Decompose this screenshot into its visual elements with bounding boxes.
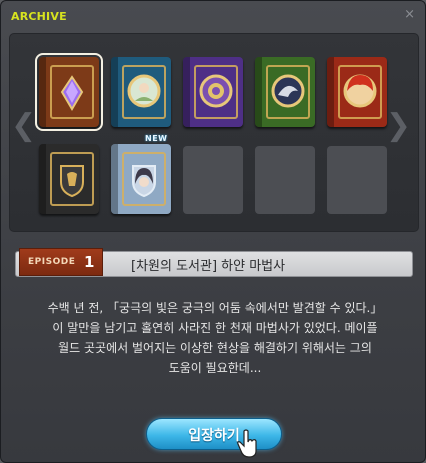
empty-slot: [327, 146, 387, 214]
archive-window: ARCHIVE × ❮ ❯ NEW EPISODE 1 [차원의 도서관] 하얀…: [0, 0, 426, 463]
window-title: ARCHIVE: [11, 10, 67, 23]
description-line: 도움이 필요한데...: [168, 361, 262, 375]
dragon-crest-icon: [271, 74, 305, 108]
book-episode-6[interactable]: [39, 144, 99, 214]
lion-shield-icon: [60, 165, 84, 198]
book-episode-5[interactable]: [327, 57, 387, 127]
description-line: 월드 곳곳에서 벌어지는 이상한 현상을 해결하기 위해서는 그의: [58, 341, 372, 355]
book-episode-7[interactable]: [111, 144, 171, 214]
description-line: 이 말만을 남기고 홀연히 사라진 한 천재 마법사가 있었다. 메이플: [52, 321, 378, 335]
episode-description: 수백 년 전, 「궁극의 빛은 궁극의 어둠 속에서만 발견할 수 있다.」 이…: [25, 298, 405, 378]
white-mage-portrait-icon: [132, 165, 156, 198]
enter-button-label: 입장하기: [188, 428, 240, 444]
prev-page-icon[interactable]: ❮: [11, 111, 36, 141]
close-icon[interactable]: ×: [404, 8, 415, 21]
crystal-icon: [60, 75, 84, 111]
book-episode-4[interactable]: [255, 57, 315, 127]
enter-button[interactable]: 입장하기: [146, 418, 282, 450]
lion-emblem-icon: [199, 74, 233, 108]
elf-portrait-icon: [127, 74, 161, 108]
episode-label: EPISODE: [28, 257, 76, 267]
hand-cursor-icon: [237, 429, 257, 458]
next-page-icon[interactable]: ❯: [386, 111, 411, 141]
red-hair-portrait-icon: [343, 74, 377, 108]
description-line: 수백 년 전, 「궁극의 빛은 궁극의 어둠 속에서만 발견할 수 있다.」: [47, 301, 383, 315]
episode-badge: EPISODE 1: [19, 248, 103, 276]
empty-slot: [183, 146, 243, 214]
new-badge: NEW: [145, 134, 168, 143]
empty-slot: [255, 146, 315, 214]
book-episode-1[interactable]: [35, 53, 103, 131]
book-episode-3[interactable]: [183, 57, 243, 127]
book-episode-2[interactable]: [111, 57, 171, 127]
episode-title: [차원의 도서관] 하얀 마법사: [131, 259, 286, 274]
episode-number: 1: [84, 253, 95, 271]
